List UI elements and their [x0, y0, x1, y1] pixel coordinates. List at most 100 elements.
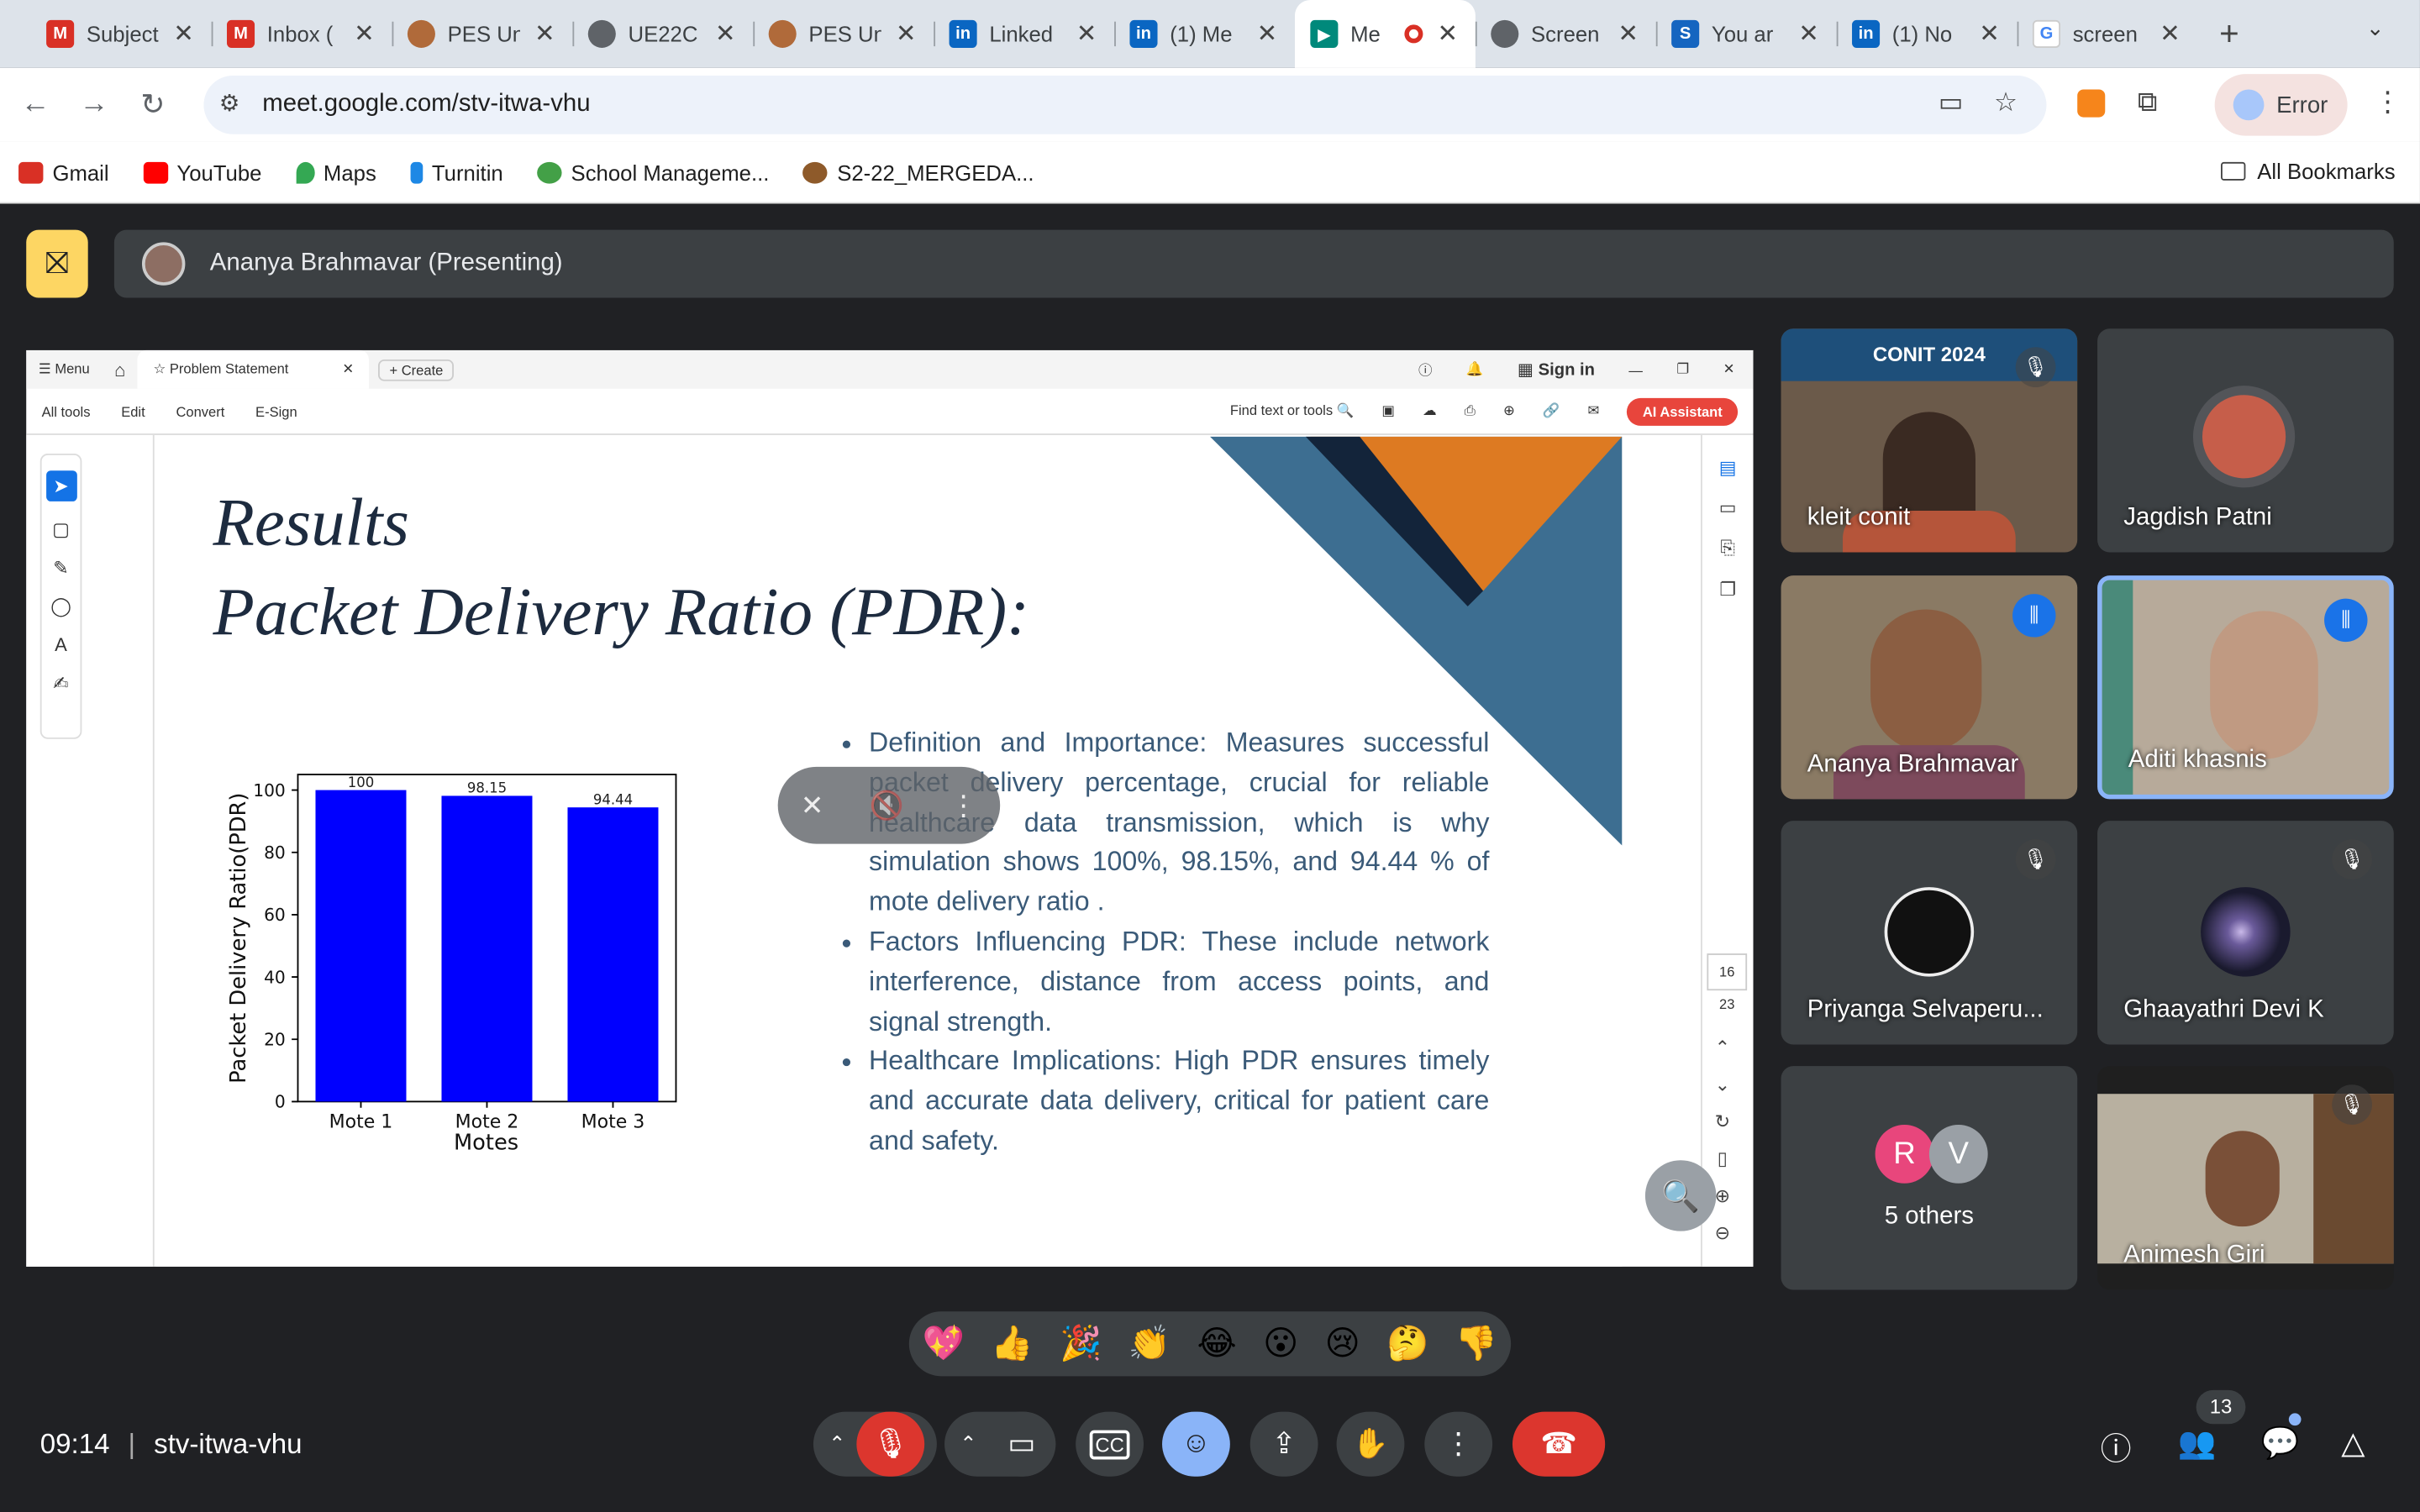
camera-toggle-button[interactable]: ▭ [987, 1411, 1056, 1477]
reaction-surprised[interactable]: 😮 [1263, 1324, 1298, 1364]
close-tab-icon[interactable]: ✕ [352, 18, 376, 50]
pages-panel-icon[interactable]: ❐ [1719, 579, 1736, 601]
browser-tab[interactable]: M Subject ✕ [31, 0, 212, 68]
raise-hand-button[interactable]: ✋ [1336, 1411, 1405, 1477]
find-field[interactable]: Find text or tools 🔍 [1230, 402, 1354, 419]
home-icon[interactable]: ⌂ [102, 359, 138, 381]
bookmark-gmail[interactable]: Gmail [18, 160, 109, 184]
reaction-thumbs-down[interactable]: 👎 [1455, 1324, 1497, 1364]
prev-page-icon[interactable]: ⌃ [1715, 1037, 1730, 1058]
bookmark-star-icon[interactable]: ☆ [1994, 88, 2018, 119]
leave-call-button[interactable]: ☎ [1512, 1411, 1606, 1477]
participant-tile[interactable]: 🎙 Priyanga Selvaperu... [1781, 821, 2078, 1045]
tab-search-icon[interactable]: ⌄ [2355, 15, 2396, 52]
magnifier-button[interactable]: 🔍 [1644, 1160, 1717, 1231]
help-icon[interactable]: ⓘ [1418, 360, 1433, 380]
browser-tab[interactable]: UE22C ✕ [572, 0, 753, 68]
participant-tile[interactable]: 🎙 Animesh Giri [2097, 1066, 2394, 1290]
participant-tile[interactable]: CONIT 2024 🎙 kleit conit [1781, 328, 2078, 553]
bookmark-s2-22[interactable]: S2-22_MERGEDA... [802, 160, 1034, 184]
close-tab-icon[interactable]: ✕ [713, 18, 738, 50]
close-window-icon[interactable]: ✕ [1723, 361, 1735, 378]
participant-tile[interactable]: ⫼ Ananya Brahmavar [1781, 575, 2078, 800]
reaction-laugh[interactable]: 😂 [1197, 1324, 1236, 1364]
participant-tile[interactable]: 🎙 Ghaayathri Devi K [2097, 821, 2394, 1045]
camera-icon[interactable]: ▭ [1939, 88, 1964, 119]
create-button[interactable]: + Create [378, 359, 455, 381]
comment-tool-icon[interactable]: ▢ [52, 518, 70, 540]
reactions-button[interactable]: ☺ [1162, 1411, 1230, 1477]
participant-tile-active[interactable]: ⫼ Aditi khasnis [2097, 575, 2394, 800]
site-info-icon[interactable]: ⚙ [219, 90, 240, 117]
menu-button[interactable]: ☰ Menu [26, 361, 102, 378]
sign-tool-icon[interactable]: ✍ [53, 673, 68, 695]
menu-edit[interactable]: Edit [121, 403, 145, 418]
highlight-tool-icon[interactable]: ✎ [53, 557, 68, 579]
mic-toggle-button[interactable]: 🎙 [856, 1411, 925, 1477]
close-tab-icon[interactable]: ✕ [171, 18, 196, 50]
close-tab-icon[interactable]: ✕ [533, 18, 557, 50]
print-icon[interactable]: ⎙ [1465, 402, 1476, 419]
close-tab-icon[interactable]: ✕ [1074, 18, 1098, 50]
ai-assistant-button[interactable]: AI Assistant [1627, 396, 1739, 426]
zoom-out-icon[interactable]: ⊖ [1715, 1222, 1730, 1244]
bookmark-maps[interactable]: Maps [295, 160, 376, 184]
unpin-icon[interactable]: ✕ [801, 789, 824, 822]
activities-icon[interactable]: △ [2341, 1424, 2365, 1462]
people-icon[interactable]: 👥 [2178, 1424, 2217, 1462]
meeting-details-icon[interactable]: ⓘ [2101, 1424, 2132, 1468]
close-tab-icon[interactable]: ✕ [1255, 18, 1279, 50]
reaction-thumbs-up[interactable]: 👍 [991, 1324, 1033, 1364]
browser-tab[interactable]: in (1) Me ✕ [1114, 0, 1295, 68]
bookmarks-panel-icon[interactable]: ⎘ [1720, 537, 1735, 560]
draw-tool-icon[interactable]: ◯ [50, 596, 71, 617]
bookmark-youtube[interactable]: YouTube [143, 160, 261, 184]
forward-icon[interactable]: → [71, 88, 117, 122]
document-tab[interactable]: ☆ Problem Statement ✕ [138, 349, 370, 389]
captions-button[interactable]: CC [1076, 1411, 1144, 1477]
stop-presenting-button[interactable]: ⛝ [26, 229, 88, 298]
browser-tab[interactable]: PES Un ✕ [753, 0, 934, 68]
close-tab-icon[interactable]: ✕ [1977, 18, 2002, 50]
close-tab-icon[interactable]: ✕ [1435, 18, 1460, 50]
close-tab-icon[interactable]: ✕ [1616, 18, 1640, 50]
browser-tab-active[interactable]: ▶ Me ✕ [1294, 0, 1476, 68]
more-options-icon[interactable]: ⋮ [950, 789, 977, 822]
zoom-in-icon[interactable]: ⊕ [1715, 1185, 1730, 1207]
all-bookmarks-button[interactable]: All Bookmarks [2220, 159, 2396, 184]
comments-panel-icon[interactable]: ▭ [1719, 496, 1737, 518]
restore-icon[interactable]: ❐ [1676, 361, 1689, 378]
ai-panel-icon[interactable]: ▤ [1719, 457, 1737, 479]
new-tab-button[interactable]: + [2219, 14, 2239, 55]
reaction-clap[interactable]: 👏 [1128, 1324, 1171, 1364]
browser-tab[interactable]: Screen ✕ [1475, 0, 1656, 68]
reload-icon[interactable]: ↻ [129, 87, 176, 123]
participant-tile[interactable]: Jagdish Patni [2097, 328, 2394, 553]
select-tool-icon[interactable]: ➤ [45, 470, 76, 501]
upload-icon[interactable]: ☁ [1423, 402, 1437, 419]
mute-video-icon[interactable]: 🔇 [870, 789, 904, 822]
mail-icon[interactable]: ✉ [1588, 402, 1600, 419]
close-icon[interactable]: ✕ [342, 361, 354, 378]
share-icon[interactable]: ⊕ [1503, 402, 1515, 419]
text-tool-icon[interactable]: A [55, 634, 67, 656]
link-icon[interactable]: 🔗 [1543, 402, 1560, 419]
page-number-current[interactable]: 16 [1707, 953, 1748, 991]
browser-tab[interactable]: S You ar ✕ [1655, 0, 1837, 68]
back-icon[interactable]: ← [13, 88, 59, 122]
chrome-menu-icon[interactable]: ⋮ [2374, 87, 2402, 119]
profile-button[interactable]: Error [2214, 74, 2348, 136]
close-tab-icon[interactable]: ✕ [1797, 18, 1821, 50]
close-tab-icon[interactable]: ✕ [893, 18, 918, 50]
rotate-icon[interactable]: ↻ [1715, 1110, 1730, 1132]
reaction-thinking[interactable]: 🤔 [1386, 1324, 1428, 1364]
bell-icon[interactable]: 🔔 [1466, 361, 1484, 378]
menu-all-tools[interactable]: All tools [42, 403, 91, 418]
browser-tab[interactable]: in (1) No ✕ [1836, 0, 2018, 68]
reaction-heart[interactable]: 💖 [923, 1324, 965, 1364]
save-icon[interactable]: ▣ [1381, 402, 1395, 419]
more-options-button[interactable]: ⋮ [1424, 1411, 1493, 1477]
browser-tab[interactable]: in Linked ✕ [934, 0, 1114, 68]
browser-tab[interactable]: M Inbox (✕ [211, 0, 392, 68]
present-button[interactable]: ⇪ [1249, 1411, 1318, 1477]
